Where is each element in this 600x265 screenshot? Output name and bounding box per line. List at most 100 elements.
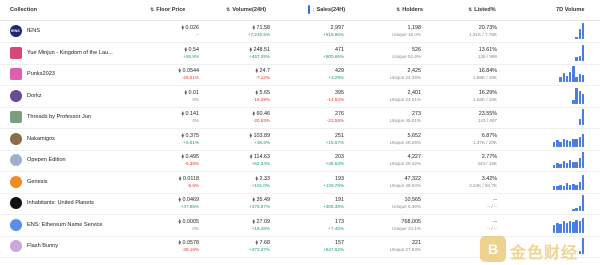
volume-bar	[556, 185, 559, 190]
holders-value: 2,425	[390, 68, 422, 74]
collection-name[interactable]: Opepen Edition	[27, 157, 66, 163]
listed-number: 16.84%	[478, 68, 497, 74]
header-floor-price[interactable]: ⇅ Floor Price	[150, 7, 185, 13]
sales-number: 191	[335, 197, 344, 203]
collection-name[interactable]: Nakamigos	[27, 136, 55, 142]
volume-bar	[581, 93, 585, 104]
holders-cell: 526 Unique 52.6%	[392, 47, 421, 60]
volume-7d-sparkline	[553, 44, 585, 61]
holders-cell: 221 Unique 27.63%	[390, 240, 421, 253]
listed-cell: -- -- / --	[487, 219, 497, 232]
volume-number: 24.7	[259, 68, 271, 74]
volume-bar	[578, 206, 581, 211]
eth-icon: ⧫	[181, 154, 184, 160]
listed-cell: 16.84% 1.68K / 10K	[473, 68, 497, 81]
floor-price-number: 0.026	[185, 25, 200, 31]
collection-avatar	[10, 89, 22, 102]
listed-change: 1.68K / 10K	[472, 75, 497, 80]
eth-icon: ⧫	[178, 240, 181, 246]
volume-bar	[565, 163, 569, 168]
sales-number: 157	[335, 240, 344, 246]
floor-price-change: -6.38%	[184, 161, 199, 166]
collection-name[interactable]: Threads by Professor Jun	[27, 114, 91, 120]
collection-avatar	[10, 111, 22, 123]
floor-price-cell: ⧫ 0.0469 +47.95%	[179, 197, 199, 210]
volume-bar	[581, 109, 585, 125]
volume-change: +275.57%	[249, 204, 270, 209]
header-listed[interactable]: ⇅ Listed%	[468, 7, 496, 13]
volume-number: 248.51	[253, 46, 271, 53]
volume-bar	[569, 160, 572, 168]
table-row[interactable]: Punks2023 ⧫ 0.0544 -26.51% ⧫ 24.7 -7.12% 429 +…	[0, 64, 600, 86]
header-collection[interactable]: Collection	[10, 7, 37, 13]
listed-number: 13.61%	[478, 46, 497, 53]
sales-change: +15.67%	[325, 139, 344, 145]
volume-bar	[559, 184, 562, 190]
volume-bar	[581, 195, 585, 211]
header-volume[interactable]: ⇅ Volume(24H)	[226, 7, 266, 13]
volume-bar	[581, 23, 585, 39]
volume-number: 27.09	[256, 218, 271, 225]
header-sales[interactable]: ↓ Sales(24H)	[308, 5, 345, 14]
table-row[interactable]: Nakamigos ⧫ 0.375 +5.61% ⧫ 103.89 +36.6% 251 +…	[0, 129, 600, 151]
holders-value: 1,198	[392, 25, 422, 31]
sales-number: 251	[335, 132, 344, 139]
holders-value: 526	[392, 47, 421, 53]
floor-price-value: ⧫ 0.495	[182, 154, 199, 160]
volume-cell: ⧫ 24.7 -7.12%	[255, 68, 270, 81]
volume-bar	[572, 222, 575, 233]
sales-value: 193	[323, 176, 344, 182]
collection-name[interactable]: Yue Minjun - Kingdom of the Lau...	[27, 50, 113, 56]
eth-icon: ⧫	[178, 197, 181, 203]
table-row[interactable]: Inhabitants: United Planets ⧫ 0.0469 +47.9…	[0, 193, 600, 215]
collection-name[interactable]: Genesis	[27, 179, 48, 185]
header-holders[interactable]: ⇅ Holders	[396, 7, 423, 13]
floor-price-value: ⧫ 0.54	[183, 47, 199, 53]
volume-value: ⧫ 2.33	[252, 176, 270, 182]
floor-price-change: -39.16%	[181, 247, 199, 252]
collection-name[interactable]: Flash Bunny	[27, 243, 58, 249]
collection-name[interactable]: fENS	[27, 28, 40, 34]
sales-change: -14.63%	[326, 96, 344, 102]
volume-value: ⧫ 103.89	[250, 133, 270, 139]
table-row[interactable]: fENS fENS ⧫ 0.026 -- ⧫ 71.58 +7,249.5% 2,997 +5…	[0, 21, 600, 43]
table-row[interactable]: Dorkz ⧫ 0.01 0% ⧫ 5.65 -16.39% 395 -14.63% 2,40…	[0, 86, 600, 108]
holders-change: Unique 28.26%	[389, 139, 421, 145]
holders-number: 2,425	[407, 68, 422, 74]
listed-number: 20.73%	[478, 25, 497, 31]
floor-price-value: ⧫ 0.0544	[179, 68, 199, 74]
header-7d-volume: 7D Volume	[556, 7, 585, 13]
volume-7d-sparkline	[553, 66, 585, 82]
eth-icon: ⧫	[252, 197, 255, 203]
table-row[interactable]: Opepen Edition ⧫ 0.495 -6.38% ⧫ 114.63 +62.3…	[0, 150, 600, 172]
collection-name[interactable]: Punks2023	[27, 71, 55, 77]
holders-value: 273	[390, 111, 421, 117]
collection-name[interactable]: Inhabitants: United Planets	[27, 200, 94, 206]
table-row[interactable]: Yue Minjun - Kingdom of the Lau... ⧫ 0.54…	[0, 43, 600, 65]
volume-7d-sparkline	[553, 87, 585, 104]
table-row[interactable]: Genesis ⧫ 0.0118 -5.6% ⧫ 2.33 +101.0% 193 +129…	[0, 172, 600, 194]
listed-number: 3.42%	[481, 175, 497, 182]
listed-number: --	[493, 218, 497, 225]
listed-change: 1.61K / 7.78K	[469, 32, 497, 37]
volume-change: +101.0%	[251, 182, 270, 188]
table-row[interactable]: Threads by Professor Jun ⧫ 0.141 0% ⧫ 60.46…	[0, 107, 600, 129]
collection-name[interactable]: Dorkz	[27, 93, 42, 99]
holders-cell: 768,005 Unique 24.1%	[392, 219, 421, 232]
holders-number: 273	[412, 111, 421, 117]
sales-value: 157	[323, 240, 344, 246]
collection-name[interactable]: ENS: Ethereum Name Service	[27, 222, 103, 228]
volume-bar	[559, 223, 562, 233]
floor-price-change: +55.8%	[183, 53, 199, 59]
volume-bar	[569, 184, 572, 190]
volume-bar	[562, 185, 565, 190]
floor-price-number: 0.375	[185, 132, 200, 139]
holders-change: Unique 27.63%	[389, 247, 421, 252]
floor-price-cell: ⧫ 0.375 +5.61%	[182, 133, 199, 146]
sales-cell: 429 +2.29%	[328, 68, 344, 81]
collection-avatar	[10, 240, 22, 252]
volume-7d-sparkline	[553, 195, 585, 211]
volume-bar	[556, 163, 559, 168]
sales-cell: 203 +48.53%	[326, 154, 344, 167]
floor-price-change: --	[195, 32, 199, 37]
